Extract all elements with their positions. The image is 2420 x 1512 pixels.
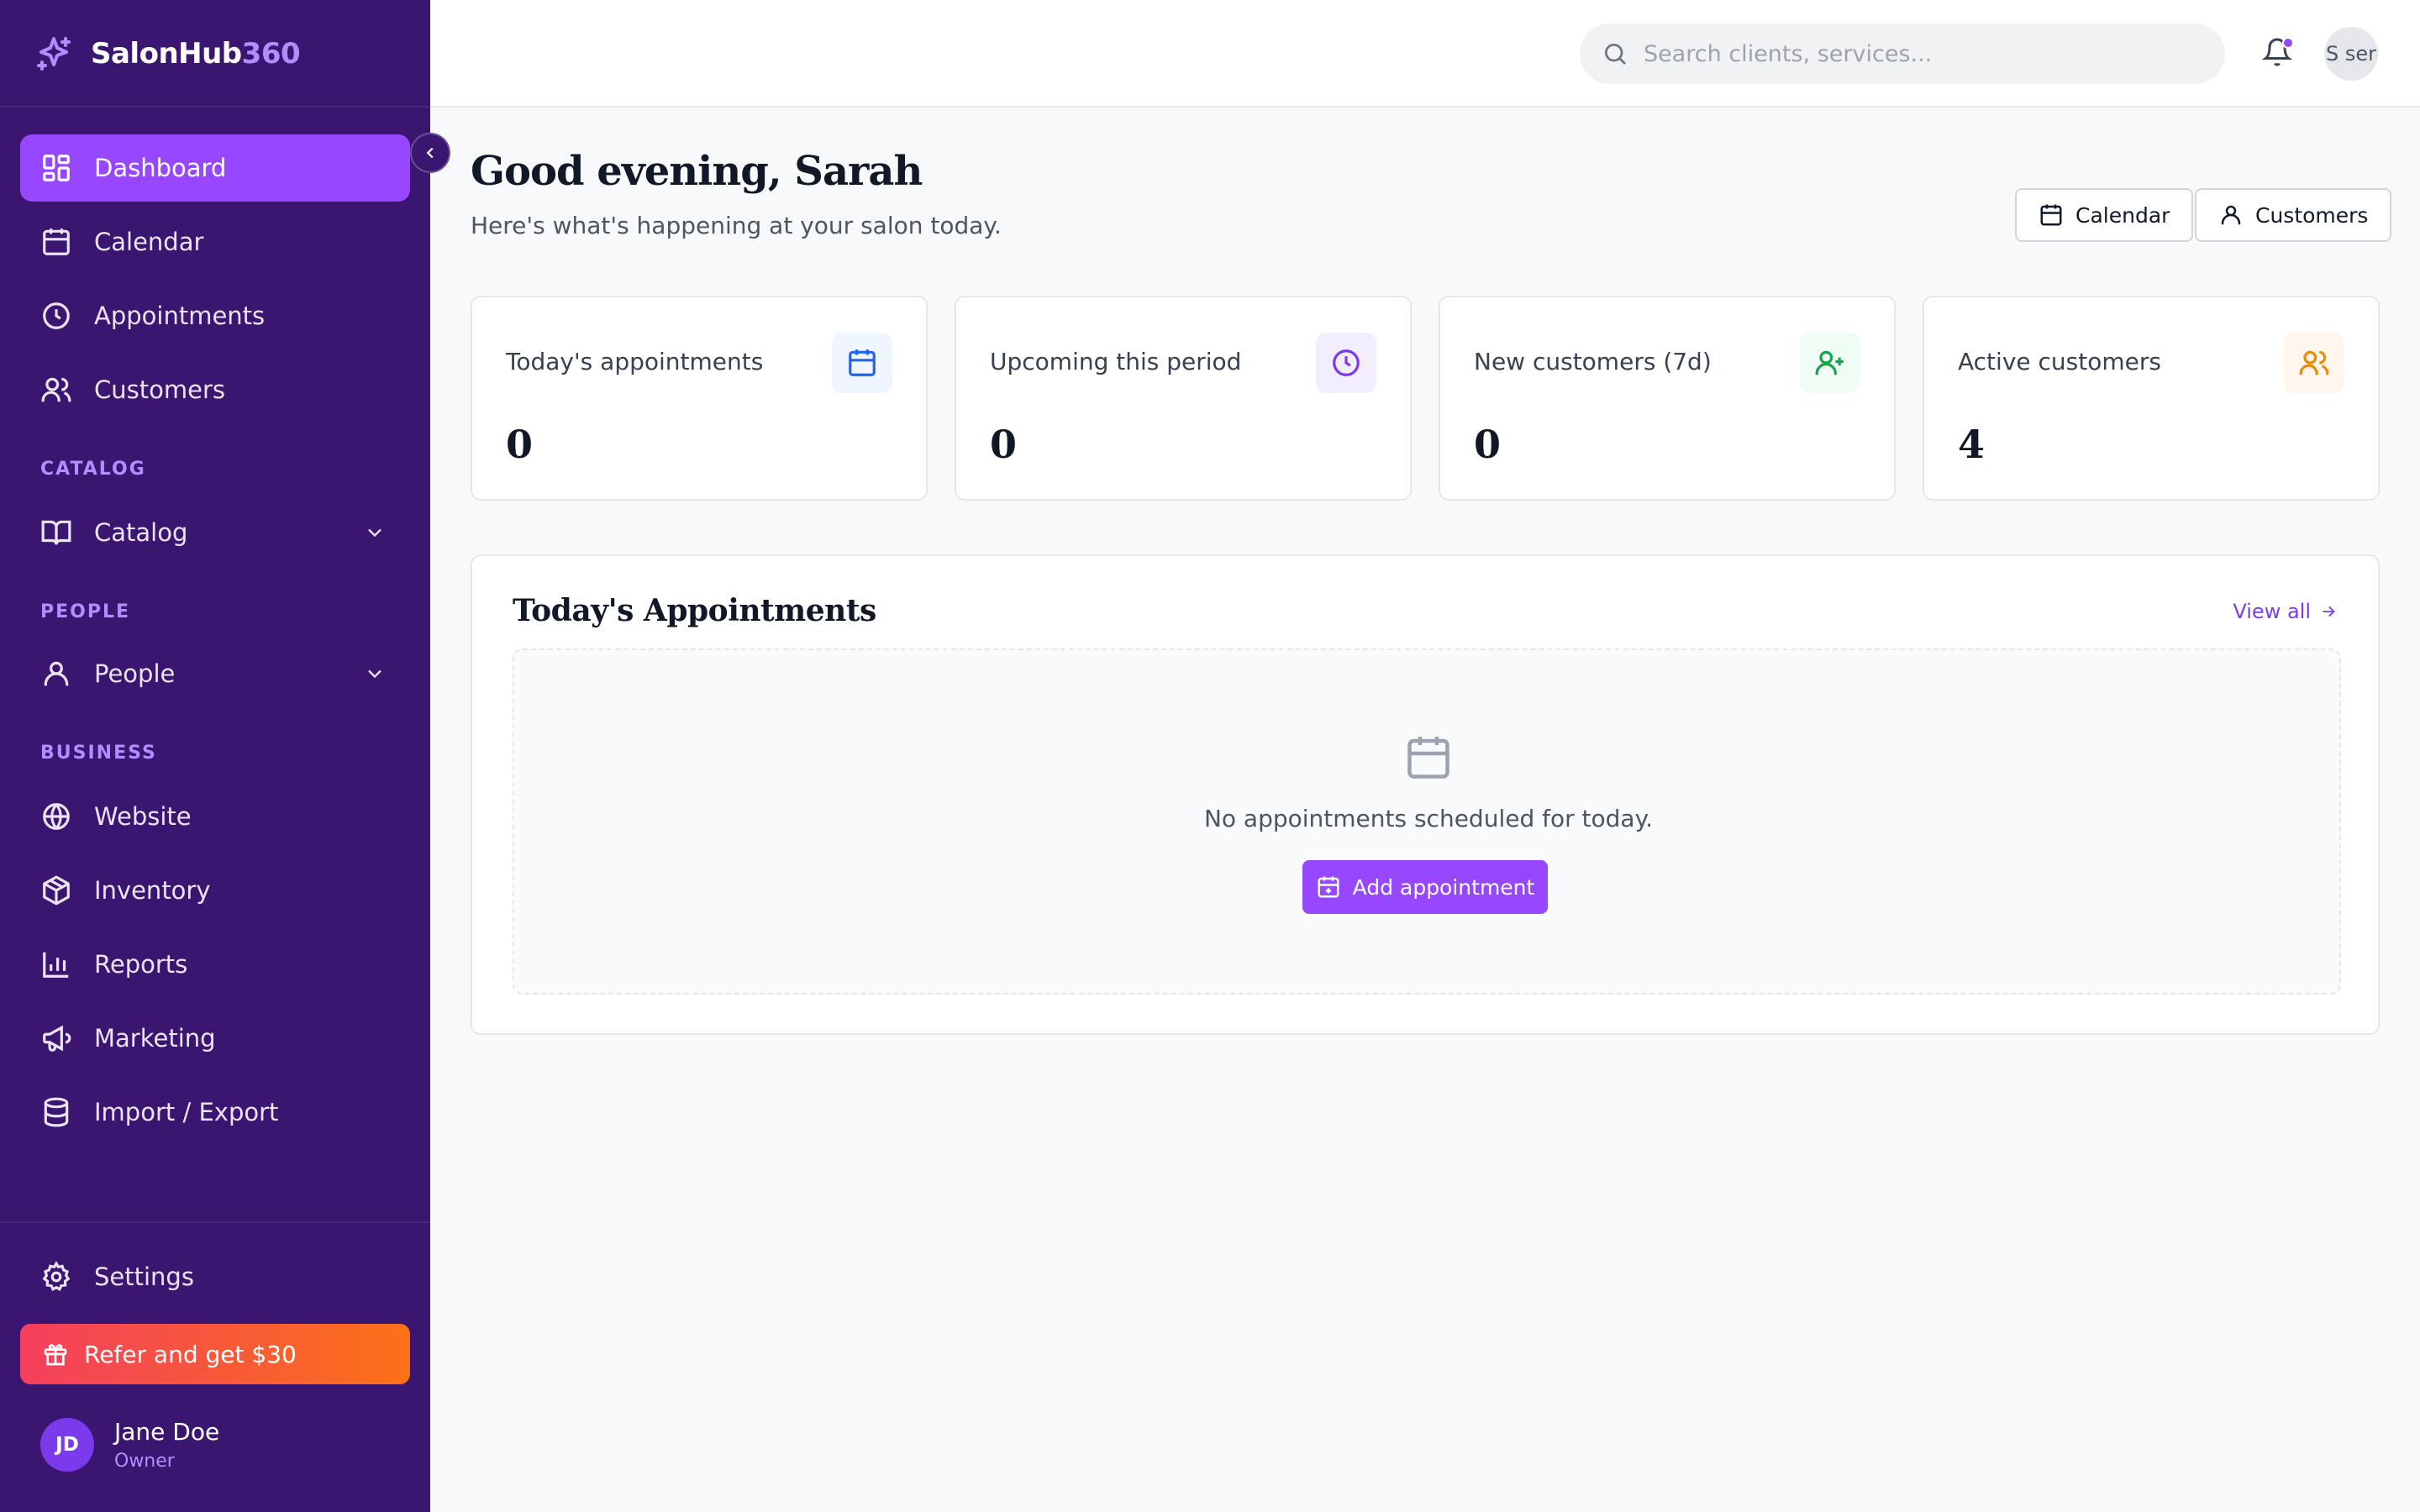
user-avatar[interactable]: S ser xyxy=(2324,27,2378,81)
user-icon xyxy=(44,661,69,686)
dashboard-icon xyxy=(43,155,70,181)
gear-icon xyxy=(42,1261,71,1291)
customers-button[interactable]: Customers xyxy=(2195,188,2392,242)
sidebar-item-label: Settings xyxy=(94,1263,194,1291)
page-title: Good evening, Sarah xyxy=(471,148,923,195)
sidebar-item-marketing[interactable]: Marketing xyxy=(20,1005,410,1072)
calendar-icon xyxy=(832,333,892,393)
sidebar-item-appointments[interactable]: Appointments xyxy=(20,282,410,349)
avatar: JD xyxy=(40,1418,94,1472)
stat-value: 4 xyxy=(1958,422,1986,467)
sidebar-item-reports[interactable]: Reports xyxy=(20,931,410,998)
users-icon xyxy=(2284,333,2344,393)
clock-icon xyxy=(43,302,70,329)
calendar-icon xyxy=(43,228,70,255)
user-plus-icon xyxy=(1800,333,1860,393)
calendar-button-label: Calendar xyxy=(2075,202,2170,228)
stat-label: Upcoming this period xyxy=(990,348,1242,375)
sidebar-item-label: Catalog xyxy=(94,518,188,547)
search-icon xyxy=(1605,44,1626,65)
stat-card-todays-appointments[interactable]: Today's appointments 0 xyxy=(471,296,928,501)
stat-label: Today's appointments xyxy=(506,348,764,375)
refer-button[interactable]: Refer and get $30 xyxy=(20,1324,410,1384)
calendar-button[interactable]: Calendar xyxy=(2015,188,2194,242)
sidebar-item-calendar[interactable]: Calendar xyxy=(20,208,410,276)
user-name: Jane Doe xyxy=(114,1418,220,1446)
sidebar-item-import-export[interactable]: Import / Export xyxy=(20,1079,410,1146)
customers-button-label: Customers xyxy=(2255,202,2369,228)
stat-value: 0 xyxy=(1474,422,1502,467)
panel-title: Today's Appointments xyxy=(513,593,876,628)
clock-icon xyxy=(1316,333,1376,393)
chevron-down-icon xyxy=(368,669,381,679)
stat-value: 0 xyxy=(506,422,534,467)
sidebar-item-inventory[interactable]: Inventory xyxy=(20,857,410,924)
chevron-down-icon xyxy=(368,528,381,538)
refer-label: Refer and get $30 xyxy=(84,1340,297,1368)
sidebar-item-label: Calendar xyxy=(94,228,204,256)
notification-dot xyxy=(2282,37,2294,49)
section-label-people: PEOPLE xyxy=(40,601,131,622)
calendar-icon xyxy=(2040,204,2062,226)
calendar-plus-icon xyxy=(1318,876,1339,898)
sidebar-item-catalog[interactable]: Catalog xyxy=(20,499,410,566)
bar-chart-icon xyxy=(43,952,69,978)
sidebar-item-website[interactable]: Website xyxy=(20,783,410,850)
package-icon xyxy=(43,875,70,906)
sidebar-item-customers[interactable]: Customers xyxy=(20,356,410,423)
notifications-button[interactable] xyxy=(2261,37,2296,71)
collapse-sidebar-button[interactable] xyxy=(410,133,450,173)
view-all-label: View all xyxy=(2233,600,2311,623)
database-icon xyxy=(44,1097,69,1127)
sidebar-item-label: People xyxy=(94,659,176,688)
stat-label: New customers (7d) xyxy=(1474,348,1712,375)
search-bar[interactable] xyxy=(1580,24,2225,84)
user-profile[interactable]: JD Jane Doe Owner xyxy=(40,1418,219,1472)
view-all-link[interactable]: View all xyxy=(2233,600,2338,623)
user-role: Owner xyxy=(114,1451,175,1472)
sidebar-item-label: Appointments xyxy=(94,302,266,330)
sidebar-item-label: Website xyxy=(94,802,192,831)
section-label-catalog: CATALOG xyxy=(40,459,146,480)
todays-appointments-panel: Today's Appointments View all No appoint… xyxy=(471,554,2380,1035)
gift-icon xyxy=(44,1344,67,1366)
stat-card-new-customers[interactable]: New customers (7d) 0 xyxy=(1439,296,1896,501)
sidebar: SalonHub360 Dashboard Calendar Appointme… xyxy=(0,0,430,1512)
add-appointment-label: Add appointment xyxy=(1352,874,1535,900)
stat-label: Active customers xyxy=(1958,348,2161,375)
sidebar-item-settings[interactable]: Settings xyxy=(20,1243,410,1310)
add-appointment-button[interactable]: Add appointment xyxy=(1302,860,1548,914)
brand-divider xyxy=(0,106,430,108)
stat-value: 0 xyxy=(990,422,1018,467)
brand[interactable]: SalonHub360 xyxy=(34,30,301,77)
stat-card-active-customers[interactable]: Active customers 4 xyxy=(1923,296,2380,501)
search-input[interactable] xyxy=(1644,40,2181,67)
empty-state-text: No appointments scheduled for today. xyxy=(1203,805,1654,832)
sparkles-icon xyxy=(34,34,74,74)
section-label-business: BUSINESS xyxy=(40,743,157,764)
sidebar-item-label: Import / Export xyxy=(94,1098,279,1126)
sidebar-item-dashboard[interactable]: Dashboard xyxy=(20,134,410,202)
sidebar-item-people[interactable]: People xyxy=(20,640,410,707)
megaphone-icon xyxy=(43,1025,71,1052)
empty-state: No appointments scheduled for today. Add… xyxy=(513,648,2341,995)
sidebar-item-label: Reports xyxy=(94,950,188,979)
stat-card-upcoming[interactable]: Upcoming this period 0 xyxy=(955,296,1412,501)
globe-icon xyxy=(43,803,70,830)
sidebar-item-label: Inventory xyxy=(94,876,211,905)
users-icon xyxy=(41,377,71,402)
sidebar-item-label: Customers xyxy=(94,375,225,404)
page-subtitle: Here's what's happening at your salon to… xyxy=(471,212,1002,239)
user-icon xyxy=(2221,205,2241,225)
sidebar-item-label: Marketing xyxy=(94,1024,216,1053)
sidebar-item-label: Dashboard xyxy=(94,154,227,182)
settings-divider xyxy=(0,1221,430,1223)
topbar: S ser xyxy=(430,0,2420,108)
arrow-right-icon xyxy=(2323,606,2335,617)
chevron-left-icon xyxy=(426,147,434,159)
calendar-icon xyxy=(1407,737,1449,779)
brand-name: SalonHub360 xyxy=(91,37,301,71)
book-open-icon xyxy=(41,520,71,545)
